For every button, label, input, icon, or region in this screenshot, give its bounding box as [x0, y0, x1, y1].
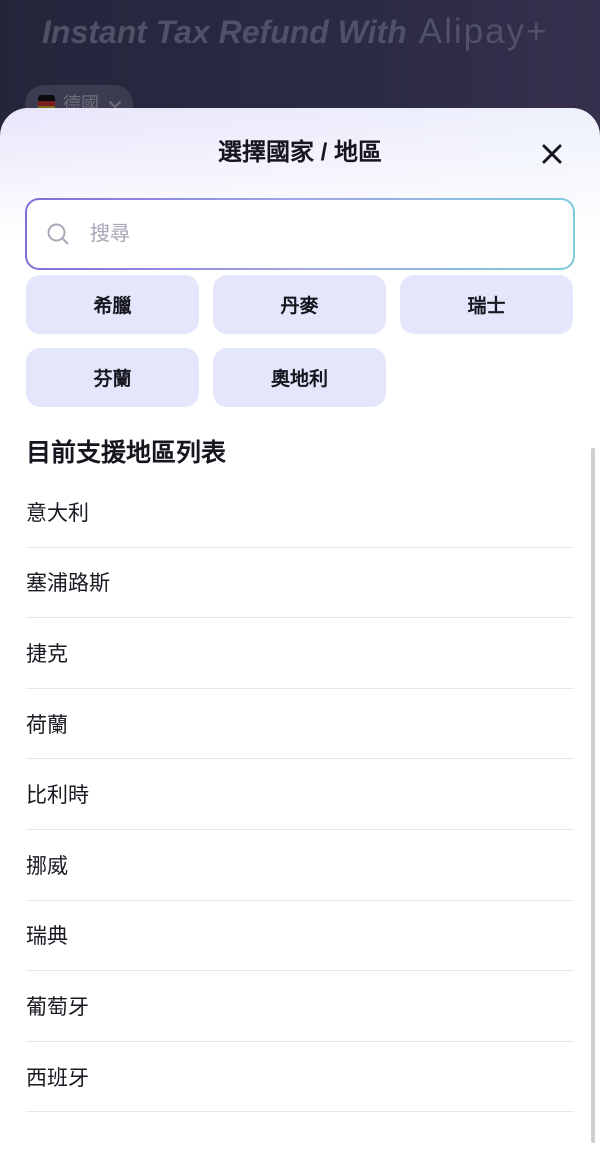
- popular-country-chip[interactable]: 奧地利: [213, 348, 386, 407]
- country-list-item[interactable]: 荷蘭: [26, 689, 574, 760]
- section-heading: 目前支援地區列表: [26, 439, 227, 467]
- search-field[interactable]: [25, 198, 575, 270]
- popular-country-chip[interactable]: 丹麥: [213, 275, 386, 334]
- search-icon: [46, 222, 70, 246]
- country-list-item[interactable]: 挪威: [26, 830, 574, 901]
- country-list-item[interactable]: 意大利: [26, 477, 574, 548]
- popular-country-chip[interactable]: 芬蘭: [26, 348, 199, 407]
- country-list-item[interactable]: 比利時: [26, 759, 574, 830]
- page-headline: Instant Tax Refund With Alipay+: [42, 12, 549, 59]
- country-list-item[interactable]: 葡萄牙: [26, 971, 574, 1042]
- close-icon[interactable]: [541, 143, 563, 165]
- country-list-item[interactable]: 塞浦路斯: [26, 548, 574, 619]
- headline-text: Instant Tax Refund With: [42, 14, 407, 50]
- country-list-item[interactable]: 捷克: [26, 618, 574, 689]
- country-list-item[interactable]: 瑞典: [26, 901, 574, 972]
- alipay-plus-logo: Alipay+: [418, 12, 549, 51]
- popular-country-chip[interactable]: 瑞士: [400, 275, 573, 334]
- popular-country-chip[interactable]: 希臘: [26, 275, 199, 334]
- sheet-title: 選擇國家 / 地區: [217, 139, 382, 166]
- close-button[interactable]: [533, 135, 571, 173]
- search-field-inner[interactable]: [27, 200, 573, 268]
- country-list: 意大利 塞浦路斯 捷克 荷蘭 比利時 挪威 瑞典 葡萄牙 西班牙: [26, 477, 574, 1113]
- country-list-item[interactable]: 西班牙: [26, 1042, 574, 1113]
- popular-countries: 希臘 丹麥 瑞士 芬蘭 奧地利: [26, 275, 574, 407]
- scrollbar[interactable]: [591, 448, 595, 1143]
- search-input[interactable]: [90, 200, 550, 268]
- page: Instant Tax Refund With Alipay+ 德國 選擇國家 /…: [0, 0, 600, 1149]
- country-picker-sheet: 選擇國家 / 地區 希臘 丹麥: [0, 108, 600, 1149]
